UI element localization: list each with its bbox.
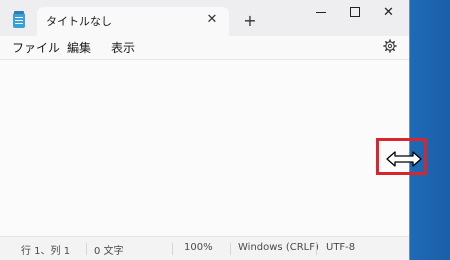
menu-edit[interactable]: 編集: [67, 39, 91, 56]
horizontal-resize-cursor-icon: [386, 151, 422, 167]
minimize-icon: [315, 11, 326, 13]
status-encoding[interactable]: UTF-8: [326, 242, 355, 253]
close-button[interactable]: ✕: [370, 0, 407, 24]
new-tab-plus-icon[interactable]: +: [240, 10, 260, 30]
status-cursor-position: 行 1、列 1: [21, 246, 71, 257]
tab-close-icon[interactable]: ✕: [203, 10, 221, 28]
menu-view[interactable]: 表示: [111, 39, 135, 56]
desktop-background: [408, 0, 450, 260]
tab-title: タイトルなし: [46, 15, 112, 28]
status-separator: [172, 243, 173, 255]
tab-untitled[interactable]: タイトルなし ✕: [37, 7, 229, 36]
status-character-count: 0 文字: [94, 246, 124, 257]
notepad-window: タイトルなし ✕ + ✕ ファイル 編集 表示 行 1、列 1 0 文字 100…: [0, 0, 410, 260]
status-bar: 行 1、列 1 0 文字 100% Windows (CRLF) UTF-8: [0, 236, 409, 260]
status-separator: [86, 243, 87, 255]
status-line-ending[interactable]: Windows (CRLF): [238, 242, 319, 253]
close-icon: ✕: [383, 4, 394, 20]
notepad-icon: [13, 11, 25, 28]
menu-file[interactable]: ファイル: [12, 39, 60, 56]
status-separator: [230, 243, 231, 255]
status-zoom[interactable]: 100%: [184, 242, 213, 253]
text-editor-area[interactable]: [0, 59, 409, 238]
title-bar[interactable]: タイトルなし ✕ + ✕: [0, 0, 409, 36]
gear-icon[interactable]: [383, 39, 397, 53]
menu-bar: ファイル 編集 表示: [0, 36, 409, 59]
maximize-button[interactable]: [336, 0, 373, 24]
minimize-button[interactable]: [302, 0, 339, 24]
maximize-icon: [349, 7, 360, 17]
status-separator: [316, 243, 317, 255]
